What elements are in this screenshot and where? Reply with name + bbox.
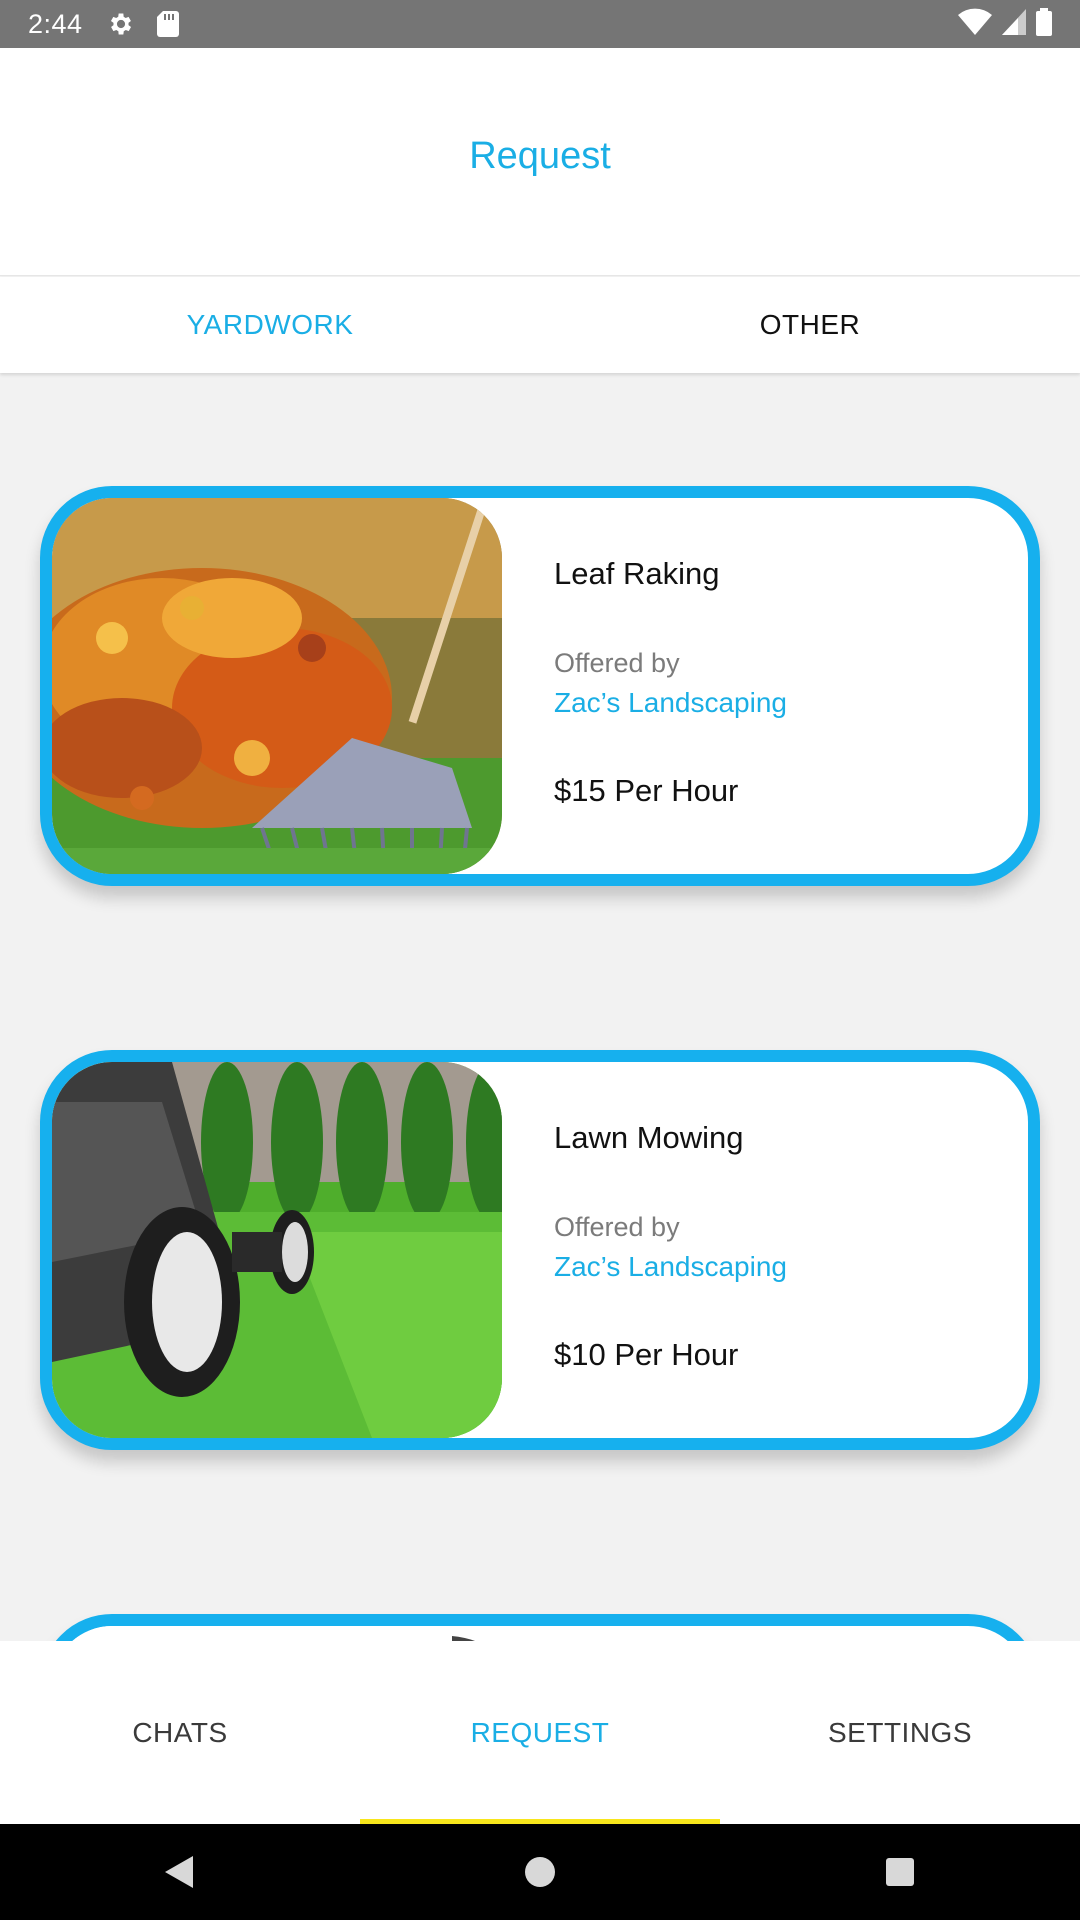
service-card-leaf-raking[interactable]: Leaf Raking Offered by Zac’s Landscaping… — [40, 486, 1040, 886]
back-icon[interactable] — [130, 1832, 230, 1912]
offered-by-label: Offered by — [554, 648, 680, 678]
provider-link[interactable]: Zac’s Landscaping — [554, 687, 787, 719]
card-details: Leaf Raking Offered by Zac’s Landscaping… — [502, 498, 787, 874]
tab-bar: YARDWORK OTHER — [0, 277, 1080, 373]
status-bar: 2:44 — [0, 0, 1080, 48]
card-details: Lawn Mowing Offered by Zac’s Landscaping… — [502, 1062, 787, 1438]
nav-label: REQUEST — [470, 1716, 610, 1748]
sd-card-icon — [156, 11, 179, 37]
wifi-icon — [958, 8, 992, 41]
tab-yardwork[interactable]: YARDWORK — [0, 277, 540, 373]
active-indicator — [360, 1819, 720, 1824]
service-title: Leaf Raking — [554, 556, 720, 591]
app-bar: Request — [0, 48, 1080, 276]
service-card-partial[interactable] — [40, 1614, 1040, 1641]
nav-label: CHATS — [132, 1716, 228, 1748]
provider-link[interactable]: Zac’s Landscaping — [554, 1251, 787, 1283]
service-price: $15 Per Hour — [554, 773, 739, 808]
service-card-lawn-mowing[interactable]: Lawn Mowing Offered by Zac’s Landscaping… — [40, 1050, 1040, 1450]
bottom-navigation: CHATS REQUEST SETTINGS — [0, 1641, 1080, 1824]
nav-request[interactable]: REQUEST — [360, 1641, 720, 1824]
service-price: $10 Per Hour — [554, 1337, 739, 1372]
nav-chats[interactable]: CHATS — [0, 1641, 360, 1824]
tab-other[interactable]: OTHER — [540, 277, 1080, 373]
gear-icon — [107, 10, 135, 38]
service-list[interactable]: Leaf Raking Offered by Zac’s Landscaping… — [0, 373, 1080, 1641]
lawn-mowing-photo — [52, 1062, 502, 1438]
battery-icon — [1036, 7, 1052, 41]
nav-settings[interactable]: SETTINGS — [720, 1641, 1080, 1824]
recents-icon[interactable] — [850, 1832, 950, 1912]
system-navigation-bar — [0, 1824, 1080, 1920]
service-photo — [52, 1626, 502, 1641]
page-title: Request — [469, 135, 611, 177]
status-time: 2:44 — [28, 8, 83, 39]
home-icon[interactable] — [490, 1832, 590, 1912]
nav-label: SETTINGS — [827, 1716, 972, 1748]
offered-by-label: Offered by — [554, 1212, 680, 1242]
service-title: Lawn Mowing — [554, 1120, 744, 1155]
leaf-raking-photo — [52, 498, 502, 874]
signal-icon — [1002, 8, 1026, 40]
